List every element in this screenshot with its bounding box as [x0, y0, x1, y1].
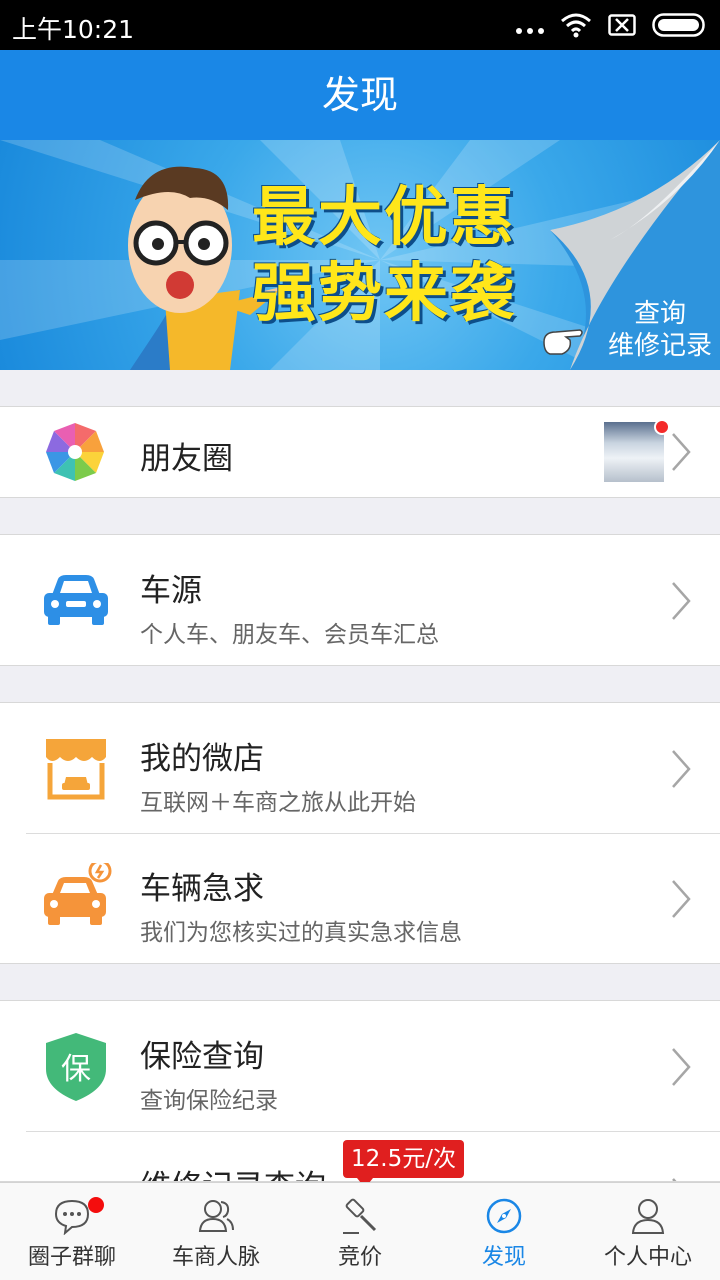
- title-bar: 发现: [0, 50, 720, 140]
- microstore-row[interactable]: 我的微店 互联网＋车商之旅从此开始: [0, 703, 720, 833]
- no-sim-icon: [608, 14, 636, 36]
- car-source-group: 车源 个人车、朋友车、会员车汇总: [0, 534, 720, 666]
- contacts-icon: [198, 1200, 234, 1232]
- chevron-right-icon: [672, 433, 691, 471]
- wifi-icon: [561, 13, 591, 38]
- banner-headline: 最大优惠 强势来袭: [252, 180, 516, 332]
- chevron-right-icon: [672, 750, 691, 788]
- tab-label: 圈子群聊: [27, 1245, 116, 1270]
- chevron-right-icon: [672, 582, 691, 620]
- car-source-subtitle: 个人车、朋友车、会员车汇总: [140, 622, 439, 648]
- banner-repair-link[interactable]: 查询 维修记录: [608, 298, 712, 362]
- insurance-query-subtitle: 查询保险纪录: [140, 1088, 278, 1114]
- moments-pinwheel-icon: [46, 423, 104, 481]
- gavel-icon: [343, 1198, 377, 1234]
- urgent-request-row[interactable]: 车辆急求 我们为您核实过的真实急求信息: [0, 833, 720, 963]
- tab-discover[interactable]: 发现: [432, 1183, 576, 1280]
- price-tag: 12.5元/次: [343, 1140, 464, 1188]
- banner-link-line-2: 维修记录: [607, 331, 712, 361]
- repair-leaf-icon: [40, 1161, 112, 1182]
- microstore-label: 我的微店: [140, 741, 264, 777]
- insurance-shield-icon: 保: [46, 1033, 106, 1101]
- tab-label: 竞价: [337, 1245, 382, 1270]
- tab-dealer-contacts[interactable]: 车商人脉: [144, 1183, 288, 1280]
- car-icon: [44, 575, 108, 625]
- tab-bidding[interactable]: 竞价: [288, 1183, 432, 1280]
- unread-badge: [88, 1197, 104, 1213]
- bottom-tab-bar: 圈子群聊 车商人脉 竞价 发现 个人中心: [0, 1182, 720, 1280]
- insurance-query-row[interactable]: 保 保险查询 查询保险纪录: [0, 1001, 720, 1131]
- promo-banner[interactable]: 最大优惠 强势来袭 查询 维修记录: [0, 140, 720, 370]
- moments-unread-dot: [654, 419, 670, 435]
- tab-label: 个人中心: [603, 1245, 692, 1270]
- urgent-request-label: 车辆急求: [140, 871, 264, 907]
- insurance-query-label: 保险查询: [140, 1039, 264, 1075]
- urgent-car-icon: [44, 863, 112, 925]
- moments-row[interactable]: 朋友圈: [0, 407, 720, 497]
- tab-circle-chat[interactable]: 圈子群聊: [0, 1183, 144, 1280]
- moments-label: 朋友圈: [140, 441, 233, 477]
- chevron-right-icon: [672, 1048, 691, 1086]
- battery-icon: [652, 13, 705, 37]
- microstore-subtitle: 互联网＋车商之旅从此开始: [140, 790, 416, 816]
- banner-headline-line-2: 强势来袭: [252, 257, 516, 331]
- banner-headline-line-1: 最大优惠: [252, 181, 516, 255]
- banner-link-line-1: 查询: [633, 299, 686, 329]
- chat-icon: [54, 1199, 90, 1235]
- status-bar: 上午10:21: [0, 0, 720, 50]
- tab-label: 发现: [481, 1245, 526, 1270]
- person-icon: [631, 1199, 665, 1234]
- tab-label: 车商人脉: [171, 1245, 260, 1270]
- repair-record-label: 维修记录查询: [140, 1161, 326, 1181]
- compass-icon: [486, 1198, 522, 1234]
- page-title: 发现: [321, 73, 398, 117]
- svg-text:保: 保: [61, 1052, 91, 1087]
- pointing-hand-icon: [543, 329, 583, 355]
- chevron-right-icon: [672, 880, 691, 918]
- tab-profile[interactable]: 个人中心: [576, 1183, 720, 1280]
- urgent-request-subtitle: 我们为您核实过的真实急求信息: [140, 920, 462, 946]
- car-source-label: 车源: [140, 573, 202, 609]
- moments-group: 朋友圈: [0, 406, 720, 498]
- store-group: 我的微店 互联网＋车商之旅从此开始 车辆急求 我们为您核实过的真实急求信息: [0, 702, 720, 964]
- storefront-icon: [46, 739, 106, 800]
- more-dots-icon: [516, 28, 544, 34]
- car-source-row[interactable]: 车源 个人车、朋友车、会员车汇总: [0, 535, 720, 665]
- status-time: 上午10:21: [12, 15, 135, 44]
